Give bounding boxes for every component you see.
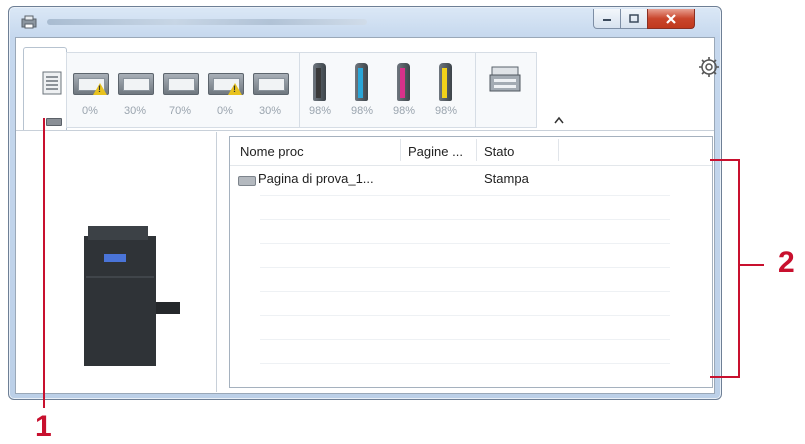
job-list[interactable]: Nome proc Pagine ... Stato Pagina di pro…: [229, 136, 713, 388]
tab-job-list[interactable]: [23, 47, 67, 130]
callout-2-bracket-side: [738, 159, 740, 378]
toner-level-fill: [316, 68, 321, 98]
column-header-status[interactable]: Stato: [484, 144, 514, 159]
gear-icon[interactable]: [698, 56, 720, 78]
callout-2-pointer: [740, 264, 764, 266]
grid-line: [260, 339, 670, 340]
toner-cyan-icon: [355, 63, 368, 101]
printer-status-indicator-icon: [46, 118, 62, 126]
pane-divider: [216, 132, 217, 392]
toner-magenta-icon: [397, 63, 410, 101]
column-header-name[interactable]: Nome proc: [240, 144, 304, 159]
window-title: [47, 19, 367, 25]
grid-line: [260, 243, 670, 244]
job-status: Stampa: [484, 171, 529, 186]
document-icon: [238, 176, 256, 186]
toner-black-icon: [313, 63, 326, 101]
close-button[interactable]: [647, 9, 695, 29]
callout-2-bracket-bottom: [710, 376, 740, 378]
minimize-icon: [603, 18, 611, 21]
grid-line: [260, 291, 670, 292]
collapse-toolbar-button[interactable]: [554, 116, 564, 127]
paper-level-label: 0%: [217, 105, 233, 117]
toner-level-label: 98%: [392, 105, 416, 117]
warning-icon: [93, 83, 107, 95]
paper-level-label: 30%: [123, 105, 147, 117]
paper-tray-group[interactable]: 0% 30% 70% 0% 30%: [66, 52, 300, 128]
client-area: 0% 30% 70% 0% 30% 98% 98% 98% 98%: [15, 37, 719, 394]
device-unit-button[interactable]: [475, 52, 537, 128]
paper-tray-icon: [118, 73, 154, 95]
job-list-header: Nome proc Pagine ... Stato: [230, 137, 712, 166]
callout-2-bracket-top: [710, 159, 740, 161]
paper-level-label: 0%: [82, 105, 98, 117]
status-monitor-window: 0% 30% 70% 0% 30% 98% 98% 98% 98%: [8, 6, 722, 400]
column-header-pages[interactable]: Pagine ...: [408, 144, 463, 159]
printer-app-icon: [21, 15, 37, 29]
grid-line: [260, 195, 670, 196]
toner-level-label: 98%: [434, 105, 458, 117]
paper-tray-icon: [253, 73, 289, 95]
job-row[interactable]: Pagina di prova_1... Stampa: [230, 169, 712, 191]
column-separator[interactable]: [400, 139, 401, 161]
column-separator[interactable]: [558, 139, 559, 161]
close-icon: [666, 13, 676, 24]
minimize-button[interactable]: [593, 9, 621, 29]
maximize-icon: [629, 13, 639, 23]
printer-unit-icon: [489, 66, 521, 92]
callout-1-line: [43, 118, 45, 408]
warning-icon: [228, 83, 242, 95]
toner-level-fill: [358, 68, 363, 98]
toner-yellow-icon: [439, 63, 452, 101]
paper-level-label: 30%: [258, 105, 282, 117]
printer-image: [84, 226, 180, 366]
grid-line: [260, 315, 670, 316]
toolbar-separator: [16, 130, 714, 131]
toner-level-label: 98%: [350, 105, 374, 117]
toner-level-fill: [400, 68, 405, 98]
maximize-button[interactable]: [620, 9, 648, 29]
toner-level-fill: [442, 68, 447, 98]
toner-group[interactable]: 98% 98% 98% 98%: [299, 52, 476, 128]
chevron-up-icon: [554, 116, 564, 124]
grid-line: [260, 219, 670, 220]
grid-line: [260, 267, 670, 268]
grid-line: [260, 363, 670, 364]
job-name: Pagina di prova_1...: [258, 171, 374, 186]
toner-level-label: 98%: [308, 105, 332, 117]
title-bar[interactable]: [9, 7, 721, 37]
callout-1-number: 1: [35, 410, 52, 443]
paper-tray-icon: [163, 73, 199, 95]
job-list-icon: [42, 71, 62, 95]
callout-2-number: 2: [778, 246, 795, 279]
status-toolbar: 0% 30% 70% 0% 30% 98% 98% 98% 98%: [16, 38, 719, 130]
paper-level-label: 70%: [168, 105, 192, 117]
column-separator[interactable]: [476, 139, 477, 161]
